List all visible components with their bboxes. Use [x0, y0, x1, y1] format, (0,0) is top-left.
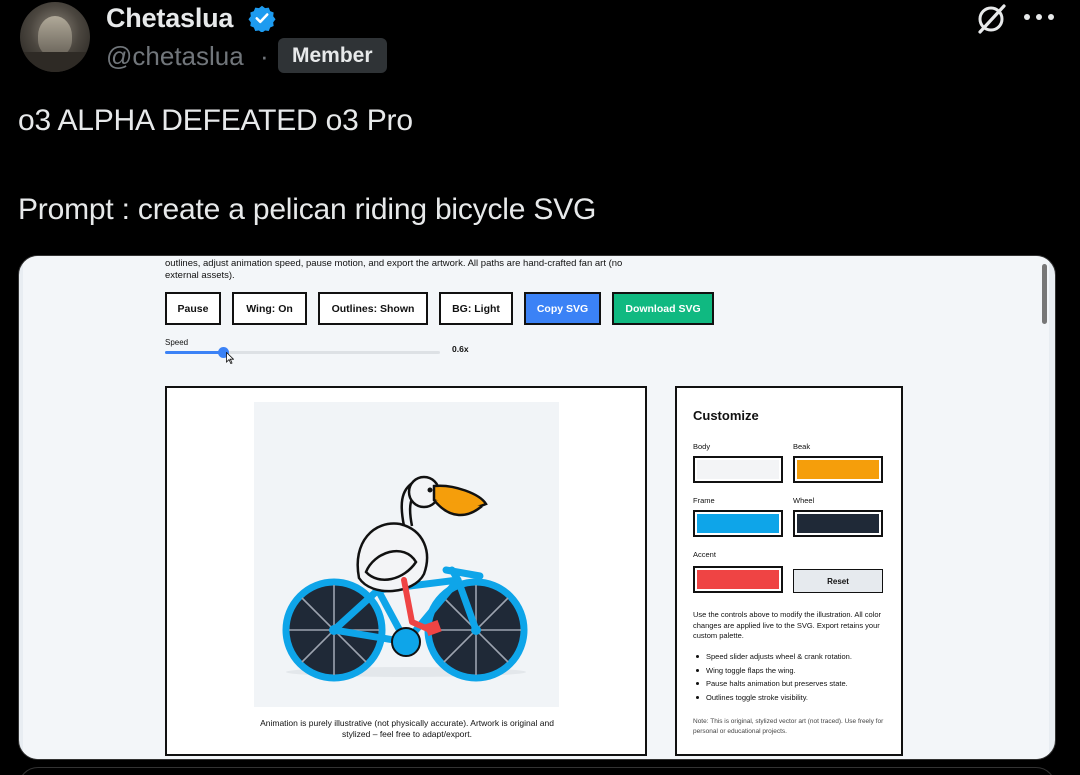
body-color-label: Body [693, 442, 711, 451]
tip-item: Speed slider adjusts wheel & crank rotat… [693, 650, 893, 664]
tips-list: Speed slider adjusts wheel & crank rotat… [693, 650, 893, 704]
tip-item: Wing toggle flaps the wing. [693, 664, 893, 678]
member-badge[interactable]: Member [278, 38, 387, 73]
copy-svg-button[interactable]: Copy SVG [524, 292, 601, 325]
customize-title: Customize [693, 408, 759, 423]
crank [391, 627, 421, 657]
author-handle[interactable]: @chetaslua [106, 41, 244, 72]
author-name[interactable]: Chetaslua [106, 3, 233, 34]
customize-panel: Customize Body Beak Frame Wheel Accent R… [675, 386, 903, 756]
cursor-icon [226, 352, 234, 364]
beak-color-picker[interactable] [793, 456, 883, 483]
speed-slider-fill [165, 351, 223, 354]
pelican-bicycle-svg [282, 475, 528, 682]
body-color-picker[interactable] [693, 456, 783, 483]
scrollbar[interactable] [1042, 264, 1047, 324]
illustration-canvas [254, 402, 559, 707]
wheel-color-label: Wheel [793, 496, 815, 505]
speed-value: 0.6x [452, 344, 469, 354]
accent-color-label: Accent [693, 550, 716, 559]
pause-button[interactable]: Pause [165, 292, 221, 325]
accent-color-picker[interactable] [693, 566, 783, 593]
outlines-toggle-button[interactable]: Outlines: Shown [318, 292, 428, 325]
verified-badge-icon [248, 5, 276, 32]
separator-dot: · [260, 41, 269, 71]
illustration-card: Animation is purely illustrative (not ph… [165, 386, 647, 756]
tweet-text-line-2: Prompt : create a pelican riding bicycle… [18, 193, 597, 226]
beak-color-label: Beak [793, 442, 811, 451]
download-svg-button[interactable]: Download SVG [612, 292, 714, 325]
customize-description: Use the controls above to modify the ill… [693, 610, 882, 640]
app-intro-text: outlines, adjust animation speed, pause … [165, 258, 623, 281]
illustration-caption: Animation is purely illustrative (not ph… [260, 718, 554, 739]
frame-color-label: Frame [693, 496, 715, 505]
reset-button[interactable]: Reset [793, 569, 883, 593]
wing-toggle-button[interactable]: Wing: On [232, 292, 307, 325]
usage-note: Note: This is original, stylized vector … [693, 718, 884, 735]
bg-toggle-button[interactable]: BG: Light [439, 292, 513, 325]
grok-icon[interactable] [974, 2, 1008, 36]
avatar[interactable] [20, 2, 90, 72]
frame-color-picker[interactable] [693, 510, 783, 537]
speed-slider[interactable] [165, 347, 440, 358]
tweet-media-image[interactable]: outlines, adjust animation speed, pause … [18, 255, 1056, 760]
speed-label: Speed [165, 338, 189, 347]
next-post-edge [18, 767, 1056, 775]
more-icon[interactable] [1024, 14, 1056, 24]
app-screenshot: outlines, adjust animation speed, pause … [23, 256, 1049, 759]
tweet-text-line-1: o3 ALPHA DEFEATED o3 Pro [18, 104, 413, 137]
tip-item: Pause halts animation but preserves stat… [693, 677, 893, 691]
tip-item: Outlines toggle stroke visibility. [693, 691, 893, 705]
wheel-color-picker[interactable] [793, 510, 883, 537]
